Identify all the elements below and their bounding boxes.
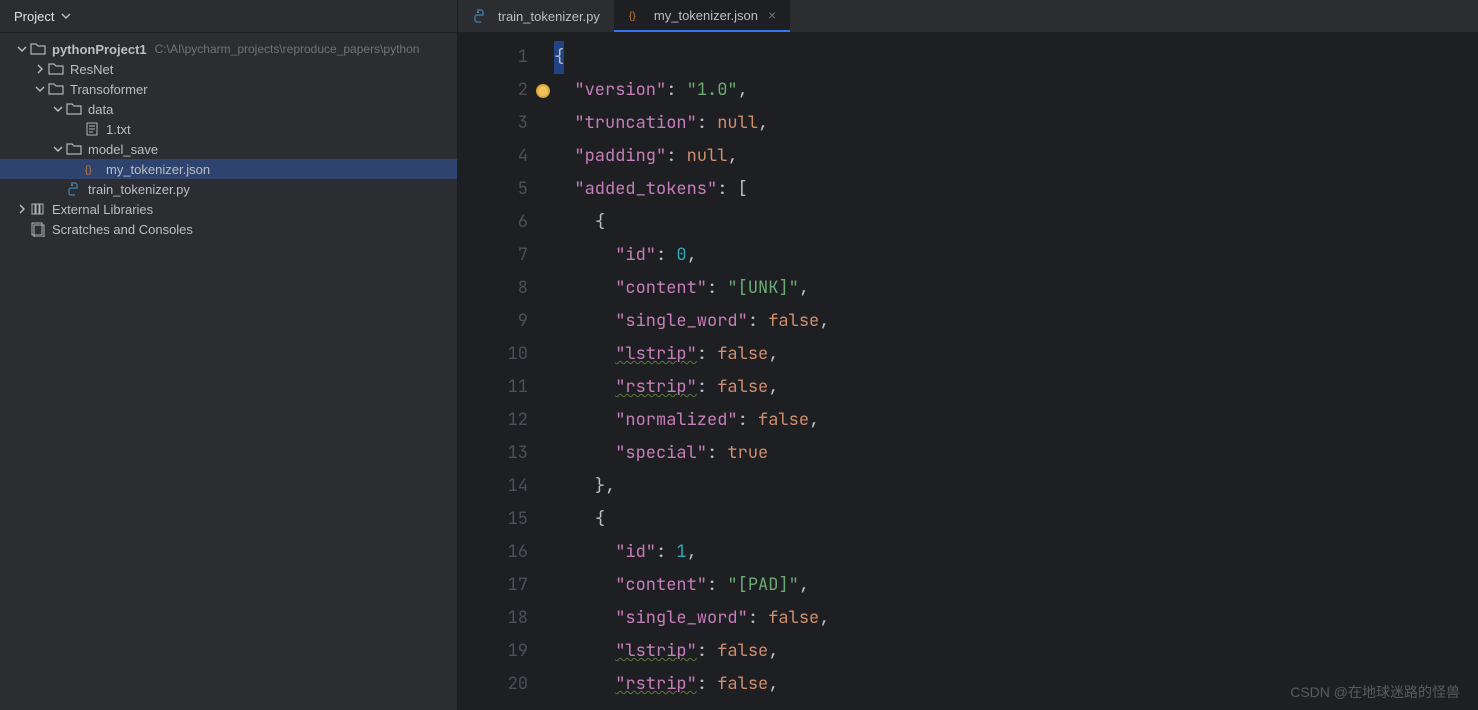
code-line: "rstrip": false, xyxy=(554,371,1478,404)
line-number: 16 xyxy=(458,536,528,569)
json-file-icon: {} xyxy=(628,7,644,23)
tree-item-external-libs[interactable]: External Libraries xyxy=(0,199,457,219)
line-number: 10 xyxy=(458,338,528,371)
python-file-icon xyxy=(472,8,488,24)
tree-item-data[interactable]: data xyxy=(0,99,457,119)
watermark: CSDN @在地球迷路的怪兽 xyxy=(1290,682,1460,702)
line-number: 1 xyxy=(458,41,528,74)
tree-root[interactable]: pythonProject1 C:\AI\pycharm_projects\re… xyxy=(0,39,457,59)
scratches-icon xyxy=(30,221,46,237)
line-number: 7 xyxy=(458,239,528,272)
line-number: 9 xyxy=(458,305,528,338)
tree-label: pythonProject1 xyxy=(52,42,147,57)
code-content[interactable]: { "version": "1.0", "truncation": null, … xyxy=(548,33,1478,710)
line-number: 2 xyxy=(458,74,528,107)
line-number: 3 xyxy=(458,107,528,140)
line-number: 17 xyxy=(458,569,528,602)
tree-label: my_tokenizer.json xyxy=(106,162,210,177)
tree-label: ResNet xyxy=(70,62,113,77)
line-number: 18 xyxy=(458,602,528,635)
svg-text:{}: {} xyxy=(85,165,92,176)
project-tree: pythonProject1 C:\AI\pycharm_projects\re… xyxy=(0,33,457,239)
code-line: "special": true xyxy=(554,437,1478,470)
tree-label: model_save xyxy=(88,142,158,157)
tab-label: my_tokenizer.json xyxy=(654,8,758,23)
code-line: "content": "[PAD]", xyxy=(554,569,1478,602)
code-line: "added_tokens": [ xyxy=(554,173,1478,206)
line-number: 4 xyxy=(458,140,528,173)
chevron-down-icon xyxy=(34,83,46,95)
line-number: 5 xyxy=(458,173,528,206)
chevron-down-icon xyxy=(52,143,64,155)
folder-icon xyxy=(66,101,82,117)
code-line: "normalized": false, xyxy=(554,404,1478,437)
chevron-right-icon xyxy=(16,203,28,215)
gutter: 1 2 3 4 5 6 7 8 9 10 11 12 13 14 15 16 1… xyxy=(458,33,548,710)
code-line: "version": "1.0", xyxy=(554,74,1478,107)
chevron-down-icon xyxy=(60,10,72,22)
line-number: 14 xyxy=(458,470,528,503)
line-number: 12 xyxy=(458,404,528,437)
code-editor[interactable]: 1 2 3 4 5 6 7 8 9 10 11 12 13 14 15 16 1… xyxy=(458,33,1478,710)
json-file-icon: {} xyxy=(84,161,100,177)
tree-label: train_tokenizer.py xyxy=(88,182,190,197)
code-line: "id": 1, xyxy=(554,536,1478,569)
cursor: { xyxy=(554,41,564,74)
code-line: "single_word": false, xyxy=(554,305,1478,338)
tree-item-scratches[interactable]: Scratches and Consoles xyxy=(0,219,457,239)
line-number: 6 xyxy=(458,206,528,239)
tree-item-my-tokenizer[interactable]: {} my_tokenizer.json xyxy=(0,159,457,179)
code-line: }, xyxy=(554,470,1478,503)
tree-path: C:\AI\pycharm_projects\reproduce_papers\… xyxy=(155,42,420,56)
folder-icon xyxy=(66,141,82,157)
code-line: { xyxy=(554,206,1478,239)
folder-icon xyxy=(48,61,64,77)
bulb-icon[interactable] xyxy=(536,84,550,98)
line-number: 13 xyxy=(458,437,528,470)
line-number: 8 xyxy=(458,272,528,305)
chevron-down-icon xyxy=(52,103,64,115)
tree-item-transformer[interactable]: Transoformer xyxy=(0,79,457,99)
tree-item-resnet[interactable]: ResNet xyxy=(0,59,457,79)
tab-label: train_tokenizer.py xyxy=(498,9,600,24)
project-tool-window: Project pythonProject1 C:\AI\pycharm_pro… xyxy=(0,0,458,710)
tree-item-train-tokenizer[interactable]: train_tokenizer.py xyxy=(0,179,457,199)
code-line: "lstrip": false, xyxy=(554,635,1478,668)
project-header[interactable]: Project xyxy=(0,0,457,33)
tree-label: 1.txt xyxy=(106,122,131,137)
code-line: "content": "[UNK]", xyxy=(554,272,1478,305)
project-title: Project xyxy=(14,9,54,24)
code-line: "single_word": false, xyxy=(554,602,1478,635)
code-line: { xyxy=(554,41,1478,74)
code-line: "padding": null, xyxy=(554,140,1478,173)
tree-label: data xyxy=(88,102,113,117)
close-icon[interactable]: × xyxy=(768,7,776,23)
python-file-icon xyxy=(66,181,82,197)
line-number: 20 xyxy=(458,668,528,701)
line-number: 15 xyxy=(458,503,528,536)
tab-train-tokenizer[interactable]: train_tokenizer.py xyxy=(458,0,614,32)
code-line: "lstrip": false, xyxy=(554,338,1478,371)
chevron-right-icon xyxy=(34,63,46,75)
svg-text:{}: {} xyxy=(629,11,636,22)
editor-tabs: train_tokenizer.py {} my_tokenizer.json … xyxy=(458,0,1478,33)
tree-item-model-save[interactable]: model_save xyxy=(0,139,457,159)
tree-label: Transoformer xyxy=(70,82,148,97)
folder-icon xyxy=(48,81,64,97)
code-line: { xyxy=(554,503,1478,536)
text-file-icon xyxy=(84,121,100,137)
tab-my-tokenizer[interactable]: {} my_tokenizer.json × xyxy=(614,0,790,32)
folder-icon xyxy=(30,41,46,57)
tree-label: External Libraries xyxy=(52,202,153,217)
tree-item-txt[interactable]: 1.txt xyxy=(0,119,457,139)
library-icon xyxy=(30,201,46,217)
line-number: 11 xyxy=(458,371,528,404)
editor-area: train_tokenizer.py {} my_tokenizer.json … xyxy=(458,0,1478,710)
line-number: 19 xyxy=(458,635,528,668)
chevron-down-icon xyxy=(16,43,28,55)
code-line: "id": 0, xyxy=(554,239,1478,272)
tree-label: Scratches and Consoles xyxy=(52,222,193,237)
code-line: "truncation": null, xyxy=(554,107,1478,140)
